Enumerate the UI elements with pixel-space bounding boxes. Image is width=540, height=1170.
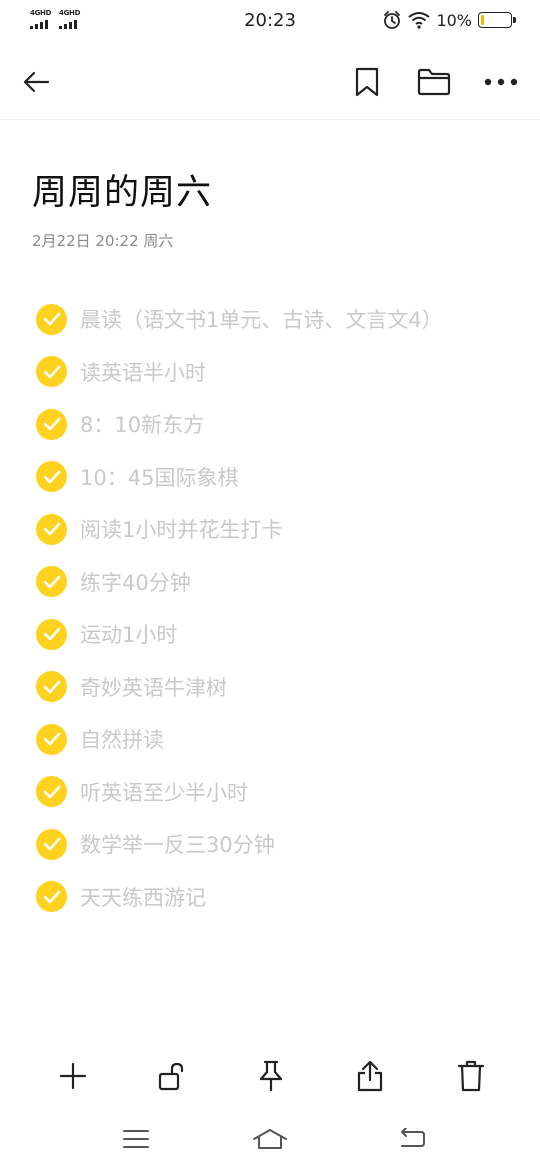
checklist-item-text[interactable]: 8：10新东方 [80,409,204,439]
checklist-item[interactable]: 运动1小时 [36,608,526,661]
check-icon[interactable] [36,513,67,545]
checklist-item-text[interactable]: 奇妙英语牛津树 [80,672,227,702]
trash-icon [457,1060,485,1092]
checklist-item-text[interactable]: 天天练西游记 [80,882,206,912]
checklist-item[interactable]: 晨读（语文书1单元、古诗、文言文4） [36,293,526,346]
checklist: 晨读（语文书1单元、古诗、文言文4） 读英语半小时 8：10新东方 10：45国际象棋… [36,293,526,923]
checklist-item[interactable]: 数学举一反三30分钟 [36,818,526,871]
more-button[interactable] [481,62,521,102]
back-arrow-icon [23,71,50,93]
check-icon[interactable] [36,776,67,808]
bookmark-button[interactable] [347,62,387,102]
bookmark-icon [355,67,379,97]
check-icon[interactable] [36,408,67,440]
checklist-item-text[interactable]: 读英语半小时 [80,357,206,387]
unlock-icon [158,1062,184,1091]
alarm-icon [384,11,401,29]
lock-button[interactable] [152,1056,192,1096]
check-icon[interactable] [36,881,67,913]
battery-icon [478,12,516,28]
note-title[interactable]: 周周的周六 [32,164,212,215]
checklist-item[interactable]: 天天练西游记 [36,871,526,924]
checklist-item-text[interactable]: 晨读（语文书1单元、古诗、文言文4） [80,304,443,334]
battery-fill [481,15,484,25]
delete-button[interactable] [451,1056,491,1096]
check-icon[interactable] [36,723,67,755]
folder-button[interactable] [414,62,454,102]
folder-icon [417,68,451,96]
checklist-item-text[interactable]: 听英语至少半小时 [80,777,248,807]
pin-button[interactable] [251,1056,291,1096]
battery-percent: 10% [436,10,472,30]
checklist-item[interactable]: 听英语至少半小时 [36,766,526,819]
check-icon[interactable] [36,618,67,650]
check-icon[interactable] [36,566,67,598]
check-icon[interactable] [36,356,67,388]
wifi-icon [408,12,431,29]
share-icon [357,1060,383,1092]
checklist-item-text[interactable]: 10：45国际象棋 [80,462,238,492]
header-toolbar [0,42,540,120]
checklist-item-text[interactable]: 阅读1小时并花生打卡 [80,514,282,544]
check-icon[interactable] [36,671,67,703]
checklist-item[interactable]: 10：45国际象棋 [36,451,526,504]
checklist-item[interactable]: 8：10新东方 [36,398,526,451]
checklist-item[interactable]: 阅读1小时并花生打卡 [36,503,526,556]
note-date: 2月22日 20:22 周六 [32,232,174,250]
back-button[interactable] [16,62,56,102]
more-icon [484,78,518,86]
pin-icon [259,1060,283,1092]
add-icon [59,1062,87,1090]
add-button[interactable] [53,1056,93,1096]
checklist-item-text[interactable]: 自然拼读 [80,724,164,754]
checklist-item-text[interactable]: 运动1小时 [80,619,177,649]
checklist-item[interactable]: 自然拼读 [36,713,526,766]
bottom-toolbar [0,1050,540,1102]
home-button[interactable] [250,1123,290,1155]
home-icon [253,1129,287,1149]
share-button[interactable] [350,1056,390,1096]
check-icon[interactable] [36,461,67,493]
checklist-item-text[interactable]: 练字40分钟 [80,567,191,597]
system-nav-bar [0,1115,540,1163]
checklist-item[interactable]: 奇妙英语牛津树 [36,661,526,714]
checklist-item[interactable]: 读英语半小时 [36,346,526,399]
menu-icon [123,1130,149,1148]
status-bar: 4GHD 4GHD 20:23 10% [0,0,540,42]
checklist-item[interactable]: 练字40分钟 [36,556,526,609]
menu-button[interactable] [116,1123,156,1155]
nav-back-button[interactable] [392,1123,432,1155]
check-icon[interactable] [36,828,67,860]
back-icon [401,1128,425,1147]
checklist-item-text[interactable]: 数学举一反三30分钟 [80,829,275,859]
check-icon[interactable] [36,303,67,335]
